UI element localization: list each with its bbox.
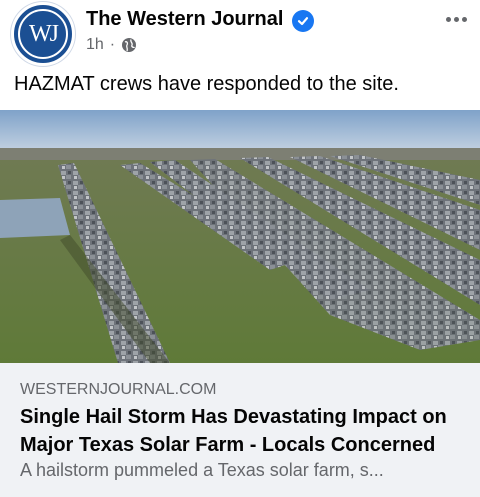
post-header: WJ The Western Journal 1h ·	[0, 0, 480, 68]
post-text: HAZMAT crews have responded to the site.	[14, 73, 399, 95]
solar-farm-photo[interactable]	[0, 110, 480, 363]
avatar-initials: WJ	[18, 9, 68, 59]
link-domain: WESTERNJOURNAL.COM	[20, 381, 217, 398]
link-preview-card[interactable]: WESTERNJOURNAL.COM Single Hail Storm Has…	[0, 363, 480, 497]
more-options-icon[interactable]	[442, 8, 470, 30]
meta-separator: ·	[109, 36, 116, 53]
post-meta: 1h ·	[86, 36, 137, 54]
verified-badge-icon	[292, 10, 314, 32]
link-description: A hailstorm pummeled a Texas solar farm,…	[20, 460, 384, 480]
post-time[interactable]: 1h	[86, 36, 104, 54]
page-name[interactable]: The Western Journal	[86, 8, 283, 31]
page-avatar[interactable]: WJ	[11, 2, 75, 66]
link-title[interactable]: Single Hail Storm Has Devastating Impact…	[20, 403, 465, 459]
globe-icon	[121, 37, 137, 53]
